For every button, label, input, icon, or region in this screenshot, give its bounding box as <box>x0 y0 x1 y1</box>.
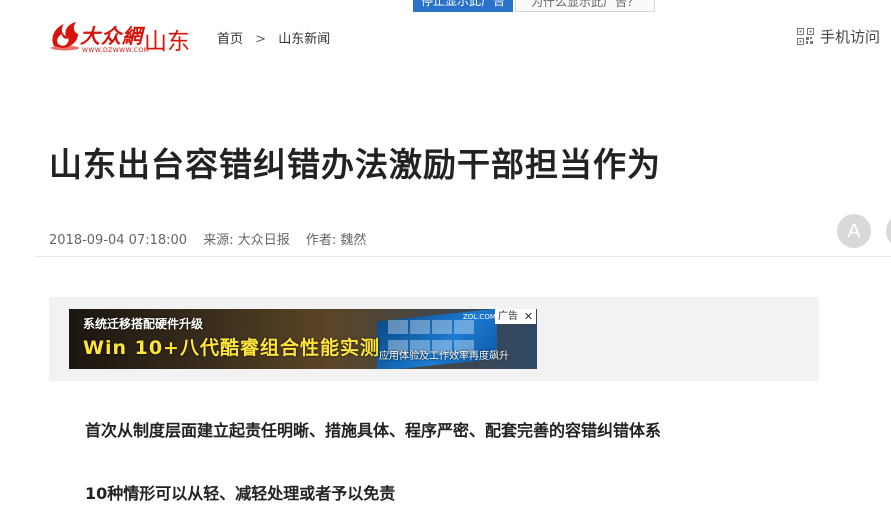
article-paragraph: 首次从制度层面建立起责任明晰、措施具体、程序严密、配套完善的容错纠错体系 <box>85 421 662 440</box>
logo-wordmark: 大众網 <box>80 24 143 48</box>
article-title: 山东出台容错纠错办法激励干部担当作为 <box>49 145 661 184</box>
ad-headline-small: 系统迁移搭配硬件升级 <box>83 317 204 331</box>
ad-container: 系统迁移搭配硬件升级 Win 10+八代酷睿组合性能实测 应用体验及工作效率再度… <box>49 297 819 381</box>
font-size-button[interactable]: A <box>837 214 871 248</box>
ad-banner[interactable]: 系统迁移搭配硬件升级 Win 10+八代酷睿组合性能实测 应用体验及工作效率再度… <box>69 309 537 369</box>
top-divider <box>653 0 891 12</box>
meta-divider <box>34 256 891 257</box>
logo-url: WWW.DZWWW.COM <box>82 47 150 54</box>
close-icon[interactable]: ✕ <box>521 309 536 324</box>
ad-subline: 应用体验及工作效率再度飙升 <box>379 351 509 362</box>
article-datetime: 2018-09-04 07:18:00 <box>49 233 188 248</box>
breadcrumb-separator: > <box>255 32 267 47</box>
flame-logo-icon <box>51 22 79 51</box>
qr-code-icon <box>797 28 814 45</box>
breadcrumb: 首页 > 山东新闻 <box>217 28 330 47</box>
ad-headline-large: Win 10+八代酷睿组合性能实测 <box>83 337 380 359</box>
why-this-ad-button[interactable]: 为什么显示此广告？ <box>515 0 655 12</box>
breadcrumb-shandong-news[interactable]: 山东新闻 <box>278 32 330 47</box>
ad-badge: 广告 <box>495 309 521 324</box>
article-meta: 2018-09-04 07:18:00 来源: 大众日报 作者: 魏然 <box>49 229 378 248</box>
share-button[interactable] <box>886 214 891 248</box>
article-author: 作者: 魏然 <box>305 233 367 248</box>
top-ad-controls: 停止显示此广告 为什么显示此广告？ <box>0 0 891 12</box>
mobile-access-link[interactable]: 手机访问 <box>797 26 880 47</box>
article-paragraph: 10种情形可以从轻、减轻处理或者予以免责 <box>85 484 396 503</box>
stop-showing-ad-button[interactable]: 停止显示此广告 <box>413 0 513 12</box>
mobile-access-label: 手机访问 <box>820 28 881 46</box>
logo-region: 山东 <box>144 29 190 55</box>
site-logo[interactable]: 大众網 WWW.DZWWW.COM 山东 <box>48 18 198 58</box>
article-source: 来源: 大众日报 <box>203 233 290 248</box>
font-size-icon: A <box>847 220 861 242</box>
breadcrumb-home[interactable]: 首页 <box>217 32 243 47</box>
site-header: 大众網 WWW.DZWWW.COM 山东 首页 > 山东新闻 手机访问 <box>0 14 891 60</box>
